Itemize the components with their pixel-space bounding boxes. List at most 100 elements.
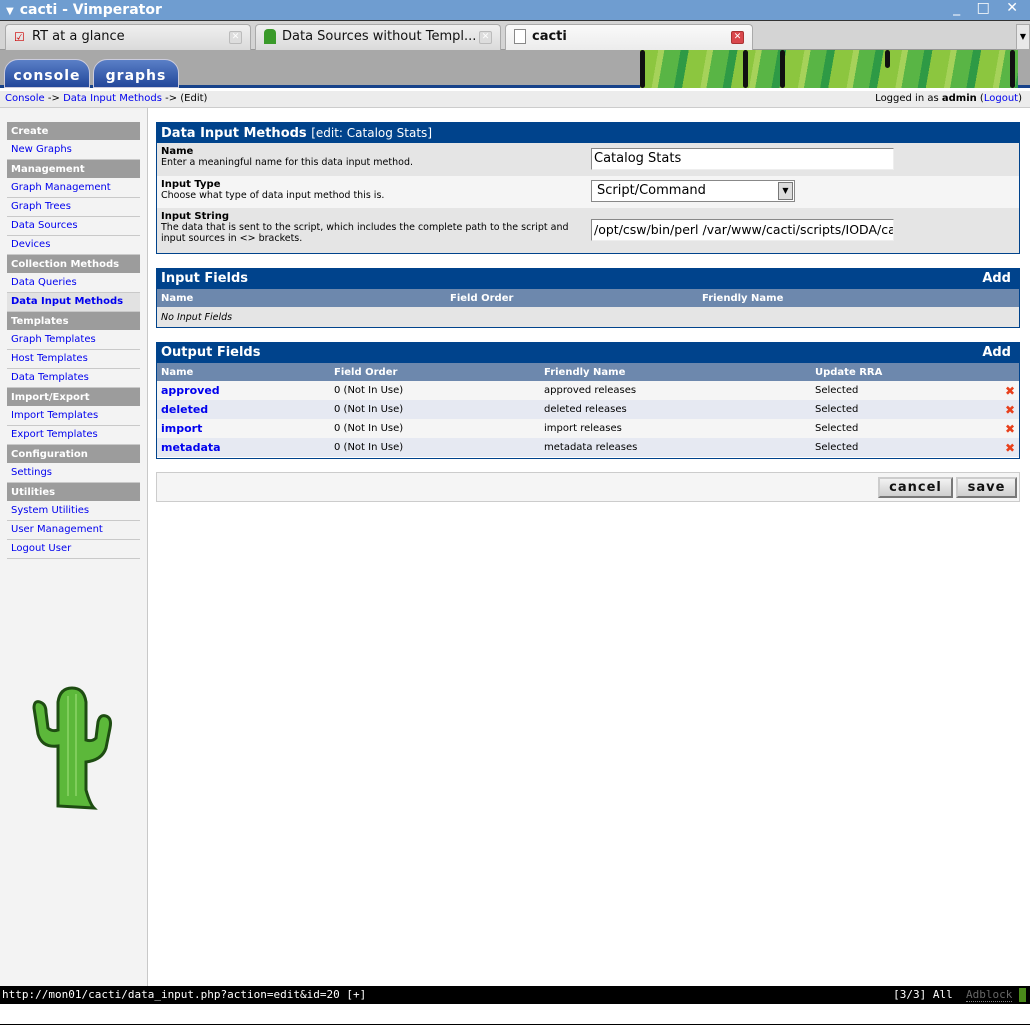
input-string-description: The data that is sent to the script, whi… <box>161 222 569 244</box>
column-header: Friendly Name <box>540 363 811 381</box>
table-row: metadata 0 (Not In Use) metadata releases S… <box>157 438 1019 457</box>
browser-tab-rt[interactable]: ☑ RT at a glance ✕ <box>5 24 251 50</box>
sidebar-item-export-templates[interactable]: Export Templates <box>7 426 140 445</box>
status-right: [3/3] All Adblock <box>893 986 1026 1004</box>
sidebar-item-user-management[interactable]: User Management <box>7 521 140 540</box>
empty-message: No Input Fields <box>157 307 1019 327</box>
breadcrumb: Console -> Data Input Methods -> (Edit) … <box>0 91 1030 108</box>
delete-icon[interactable]: ✖ <box>999 400 1019 419</box>
cell: 0 (Not In Use) <box>330 400 540 419</box>
add-input-field-button[interactable]: Add <box>982 269 1011 289</box>
adblock-indicator[interactable]: Adblock <box>966 988 1013 1002</box>
checkbox-icon: ☑ <box>14 30 25 44</box>
sidebar-item-graph-trees[interactable]: Graph Trees <box>7 198 140 217</box>
sidebar-section-header: Management <box>7 160 140 179</box>
cell: Selected <box>811 438 999 457</box>
close-tab-icon[interactable]: ✕ <box>229 31 242 44</box>
output-field-link[interactable]: approved <box>157 381 330 400</box>
breadcrumb-data-input-methods[interactable]: Data Input Methods <box>63 93 162 104</box>
save-button[interactable]: save <box>956 477 1017 498</box>
delete-icon[interactable]: ✖ <box>999 381 1019 400</box>
column-header-actions <box>999 363 1019 381</box>
sidebar-item-host-templates[interactable]: Host Templates <box>7 350 140 369</box>
window-controls[interactable]: _ □ ✕ <box>953 0 1024 16</box>
sidebar-section-header: Configuration <box>7 445 140 464</box>
tab-list-dropdown[interactable]: ▼ <box>1016 24 1030 50</box>
sidebar-menu: Create New Graphs Management Graph Manageme… <box>7 122 140 559</box>
window-title: cacti - Vimperator <box>19 2 162 18</box>
sidebar: Create New Graphs Management Graph Manageme… <box>0 108 148 986</box>
sidebar-section-header: Collection Methods <box>7 255 140 274</box>
output-field-link[interactable]: metadata <box>157 438 330 457</box>
sidebar-section-header: Utilities <box>7 483 140 502</box>
form-header: Data Input Methods [edit: Catalog Stats] <box>157 123 1019 143</box>
delete-icon[interactable]: ✖ <box>999 438 1019 457</box>
breadcrumb-console[interactable]: Console <box>5 93 45 104</box>
sidebar-item-data-sources[interactable]: Data Sources <box>7 217 140 236</box>
close-tab-icon[interactable]: ✕ <box>479 31 492 44</box>
browser-tab-data-sources[interactable]: Data Sources without Templ... ✕ <box>255 24 501 50</box>
add-output-field-button[interactable]: Add <box>982 343 1011 363</box>
tab-label: RT at a glance <box>32 29 125 44</box>
login-user: admin <box>941 93 977 104</box>
cell: import releases <box>540 419 811 438</box>
sidebar-item-data-queries[interactable]: Data Queries <box>7 274 140 293</box>
cell: Selected <box>811 400 999 419</box>
sidebar-section-header: Import/Export <box>7 388 140 407</box>
form-subtitle: [edit: Catalog Stats] <box>311 126 432 140</box>
browser-tab-strip: ☑ RT at a glance ✕ Data Sources without Te… <box>0 21 1030 50</box>
delete-icon[interactable]: ✖ <box>999 419 1019 438</box>
input-type-value: Script/Command <box>597 183 706 198</box>
table-row: import 0 (Not In Use) import releases Selec… <box>157 419 1019 438</box>
output-fields-header: Output Fields Add <box>157 343 1019 363</box>
name-label: Name <box>161 146 194 157</box>
sidebar-item-data-templates[interactable]: Data Templates <box>7 369 140 388</box>
browser-tab-cacti[interactable]: cacti ✕ <box>505 24 753 50</box>
page-icon <box>514 29 526 44</box>
input-type-label: Input Type <box>161 179 221 190</box>
name-input[interactable]: Catalog Stats <box>591 148 894 170</box>
sidebar-item-settings[interactable]: Settings <box>7 464 140 483</box>
data-input-method-form: Data Input Methods [edit: Catalog Stats]… <box>156 122 1020 254</box>
tab-console[interactable]: console <box>4 59 90 88</box>
input-type-select[interactable]: Script/Command ▼ <box>591 180 795 202</box>
input-type-row: Input Type Choose what type of data input… <box>157 176 1019 208</box>
table-row: deleted 0 (Not In Use) deleted releases Sel… <box>157 400 1019 419</box>
cactus-logo <box>32 686 112 810</box>
cell: Selected <box>811 419 999 438</box>
input-string-input[interactable]: /opt/csw/bin/perl /var/www/cacti/scripts… <box>591 219 894 241</box>
input-fields-title: Input Fields <box>161 271 249 286</box>
cell: metadata releases <box>540 438 811 457</box>
sidebar-item-graph-management[interactable]: Graph Management <box>7 179 140 198</box>
name-row: Name Enter a meaningful name for this dat… <box>157 143 1019 176</box>
output-field-link[interactable]: deleted <box>157 400 330 419</box>
cancel-button[interactable]: cancel <box>878 477 953 498</box>
cactus-banner-image <box>640 50 1018 88</box>
sidebar-item-data-input-methods[interactable]: Data Input Methods <box>7 293 140 312</box>
logout-link[interactable]: Logout <box>984 93 1018 104</box>
breadcrumb-separator: -> <box>161 93 181 104</box>
sidebar-item-devices[interactable]: Devices <box>7 236 140 255</box>
sidebar-item-logout-user[interactable]: Logout User <box>7 540 140 559</box>
tab-graphs[interactable]: graphs <box>93 59 179 88</box>
scroll-position: All <box>932 988 953 1001</box>
login-status: Logged in as admin (Logout) <box>875 93 1022 104</box>
chevron-down-icon: ▼ <box>778 182 793 200</box>
cell: 0 (Not In Use) <box>330 438 540 457</box>
close-tab-icon[interactable]: ✕ <box>731 31 744 44</box>
sidebar-item-system-utilities[interactable]: System Utilities <box>7 502 140 521</box>
column-header: Field Order <box>446 289 698 307</box>
breadcrumb-separator: -> <box>44 93 64 104</box>
status-bar: http://mon01/cacti/data_input.php?action… <box>0 986 1030 1004</box>
cell: 0 (Not In Use) <box>330 381 540 400</box>
sidebar-item-import-templates[interactable]: Import Templates <box>7 407 140 426</box>
command-line[interactable] <box>0 1004 1030 1025</box>
cell: deleted releases <box>540 400 811 419</box>
column-header: Name <box>157 289 446 307</box>
sidebar-item-graph-templates[interactable]: Graph Templates <box>7 331 140 350</box>
sidebar-section-header: Templates <box>7 312 140 331</box>
input-fields-header: Input Fields Add <box>157 269 1019 289</box>
sidebar-item-new-graphs[interactable]: New Graphs <box>7 141 140 160</box>
output-field-link[interactable]: import <box>157 419 330 438</box>
window-menu-icon[interactable]: ▼ <box>6 6 14 17</box>
